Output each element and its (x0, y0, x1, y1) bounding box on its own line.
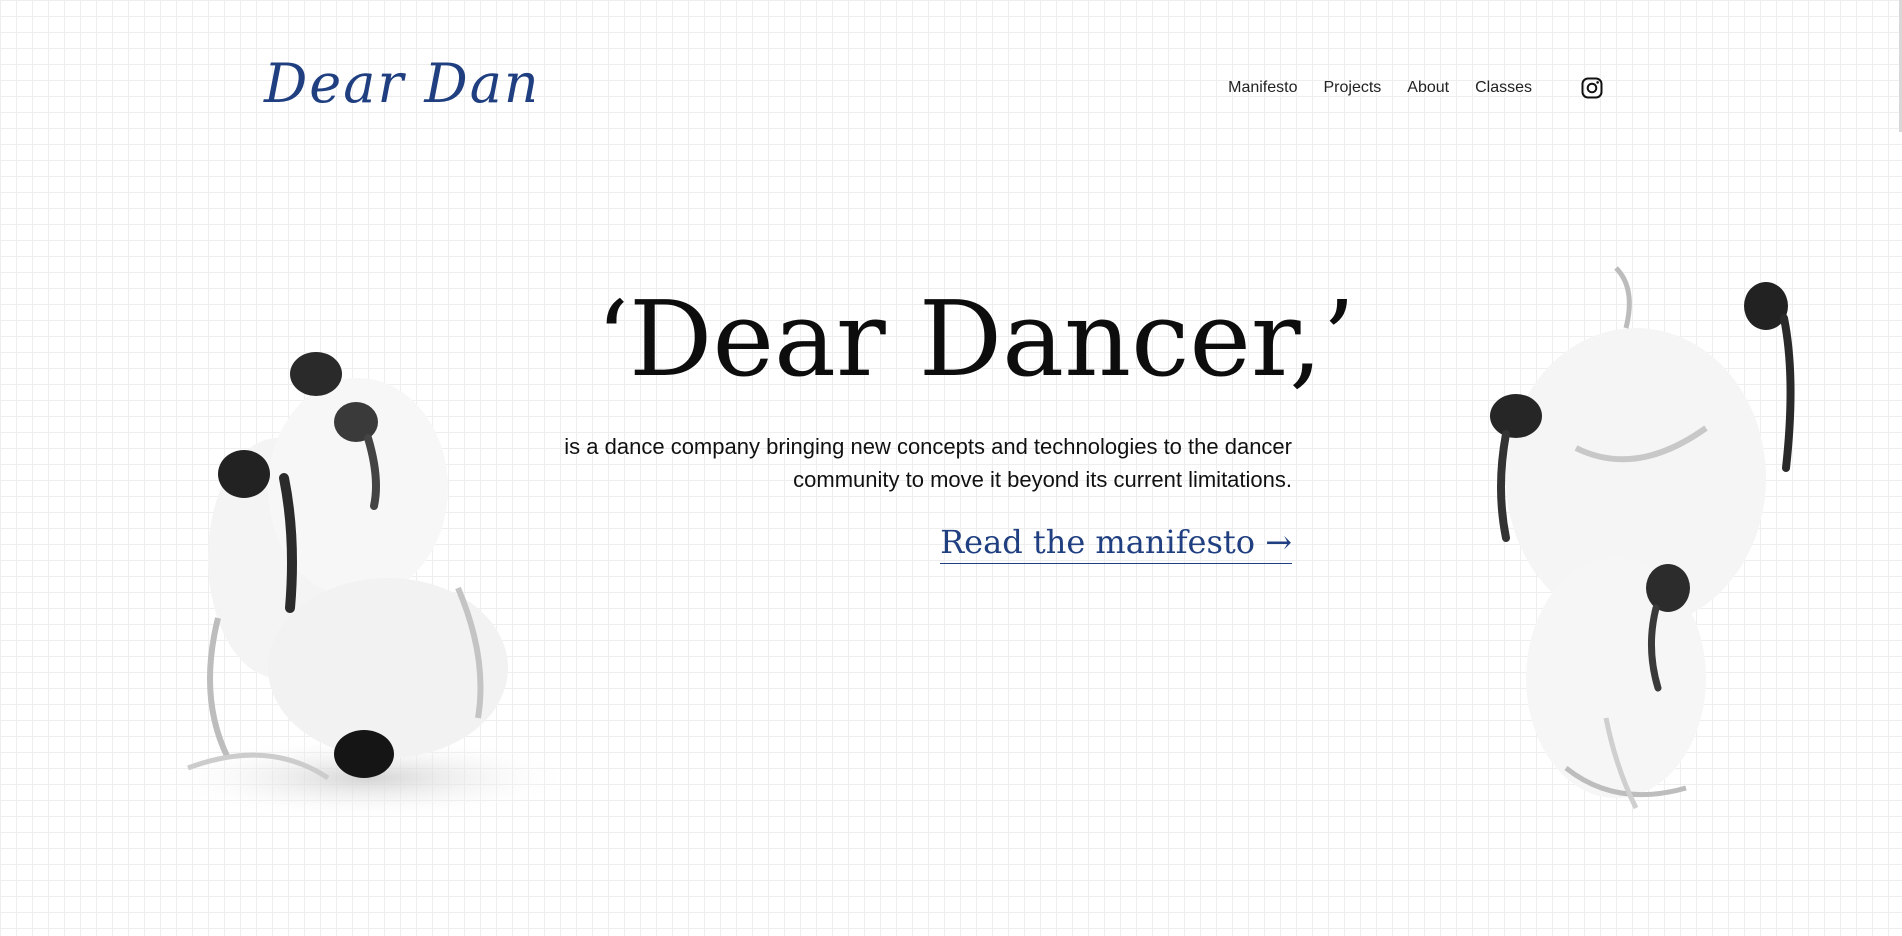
dancer-image-left (128, 338, 588, 844)
logo-text: Dear Dancer, (263, 56, 534, 115)
logo-signature: Dear Dancer, (263, 56, 534, 115)
hero-title: ‘Dear Dancer,’ (596, 278, 1356, 400)
nav-link-projects[interactable]: Projects (1323, 79, 1381, 97)
read-manifesto-link[interactable]: Read the manifesto → (940, 524, 1292, 564)
instagram-icon[interactable] (1580, 76, 1604, 100)
logo[interactable]: Dear Dancer, (262, 56, 534, 120)
nav-link-classes[interactable]: Classes (1475, 79, 1532, 97)
nav-link-about[interactable]: About (1407, 79, 1449, 97)
nav-link-manifesto[interactable]: Manifesto (1228, 79, 1297, 97)
hero-description: is a dance company bringing new concepts… (564, 434, 1292, 492)
dancer-image-right (1466, 248, 1798, 834)
main-nav: Manifesto Projects About Classes (1228, 76, 1604, 100)
